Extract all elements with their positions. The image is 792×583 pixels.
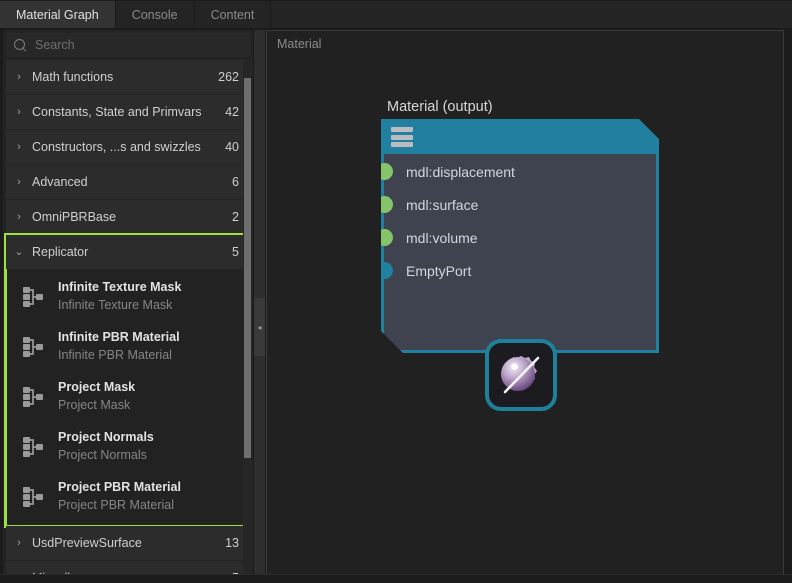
port-label: mdl:surface xyxy=(406,196,479,213)
category-label: OmniPBRBase xyxy=(32,210,117,224)
chevron-right-icon: › xyxy=(17,175,21,188)
tab-content[interactable]: Content xyxy=(194,1,272,28)
search-row[interactable] xyxy=(6,33,250,57)
port-dot-icon[interactable] xyxy=(381,229,393,246)
category-label: Advanced xyxy=(32,175,88,189)
port-dot-icon[interactable] xyxy=(381,196,393,213)
port-label: mdl:displacement xyxy=(406,163,515,180)
chevron-right-icon: › xyxy=(17,140,21,153)
node-port-mdl-displacement[interactable]: mdl:displacement xyxy=(381,156,656,187)
material-preview-icon xyxy=(501,356,540,394)
list-item-subtitle: Infinite PBR Material xyxy=(58,348,172,362)
tab-bar: Material Graph Console Content xyxy=(0,0,792,28)
graph-canvas[interactable]: Material Material (output) mdl:displacem… xyxy=(266,30,784,578)
list-item-subtitle: Project PBR Material xyxy=(58,498,175,512)
tab-material-graph[interactable]: Material Graph xyxy=(0,1,116,28)
chevron-left-icon: ◂ xyxy=(257,322,262,332)
node-port-emptyport[interactable]: EmptyPort xyxy=(381,255,656,286)
port-label: mdl:volume xyxy=(406,229,478,246)
list-item[interactable]: Infinite Texture Mask Infinite Texture M… xyxy=(6,272,250,322)
sidebar-scrollbar-thumb[interactable] xyxy=(244,78,251,458)
category-row-constants-state-and-primvars[interactable]: › Constants, State and Primvars 42 xyxy=(6,95,250,129)
node-title-label: Material (output) xyxy=(387,99,493,115)
chevron-down-icon: ⌄ xyxy=(14,245,24,258)
tab-console-label: Console xyxy=(131,7,178,22)
list-item-title: Infinite Texture Mask xyxy=(58,280,182,294)
port-label: EmptyPort xyxy=(406,262,472,279)
replicator-node-list: Infinite Texture Mask Infinite Texture M… xyxy=(6,270,250,526)
category-label: Constants, State and Primvars xyxy=(32,105,202,119)
category-label: Replicator xyxy=(32,245,89,259)
collapse-panel-button[interactable]: ◂ xyxy=(254,298,265,356)
category-label: Constructors, ...s and swizzles xyxy=(32,140,201,154)
tab-console[interactable]: Console xyxy=(115,1,195,28)
category-row-constructors-and-swizzles[interactable]: › Constructors, ...s and swizzles 40 xyxy=(6,130,250,164)
chevron-right-icon: › xyxy=(17,536,21,549)
node-graph-icon xyxy=(20,484,46,510)
chevron-right-icon: › xyxy=(17,70,21,83)
port-dot-icon[interactable] xyxy=(381,163,393,180)
tab-material-graph-label: Material Graph xyxy=(16,7,99,22)
category-row-advanced[interactable]: › Advanced 6 xyxy=(6,165,250,199)
list-item-title: Project PBR Material xyxy=(58,480,181,494)
list-item[interactable]: Project Mask Project Mask xyxy=(6,372,250,422)
list-item-subtitle: Project Mask xyxy=(58,398,131,412)
search-input[interactable] xyxy=(35,38,215,52)
main-split-area: › Math functions 262 › Constants, State … xyxy=(0,28,792,583)
node-port-mdl-surface[interactable]: mdl:surface xyxy=(381,189,656,220)
tab-bar-filler xyxy=(271,1,792,28)
category-row-replicator[interactable]: ⌄ Replicator 5 xyxy=(6,235,250,269)
list-item-title: Project Mask xyxy=(58,380,136,394)
category-label: UsdPreviewSurface xyxy=(32,536,142,550)
node-port-mdl-volume[interactable]: mdl:volume xyxy=(381,222,656,253)
category-row-usdpreviewsurface[interactable]: › UsdPreviewSurface 13 xyxy=(6,526,250,560)
list-item-title: Project Normals xyxy=(58,430,154,444)
list-item-title: Infinite PBR Material xyxy=(58,330,180,344)
chevron-right-icon: › xyxy=(17,105,21,118)
breadcrumb: Material xyxy=(277,37,322,51)
category-row-omnipbrbase[interactable]: › OmniPBRBase 2 xyxy=(6,200,250,234)
window-bottom-strip xyxy=(0,574,792,583)
node-library-panel: › Math functions 262 › Constants, State … xyxy=(3,30,253,578)
list-item-subtitle: Project Normals xyxy=(58,448,147,462)
sidebar-scrollbar[interactable] xyxy=(243,60,252,576)
chevron-right-icon: › xyxy=(17,210,21,223)
node-graph-icon xyxy=(20,384,46,410)
list-item-subtitle: Infinite Texture Mask xyxy=(58,298,173,312)
panel-splitter[interactable]: ◂ xyxy=(254,30,265,578)
node-graph-icon xyxy=(20,434,46,460)
category-group-replicator: ⌄ Replicator 5 Infinite Texture Mask Inf… xyxy=(4,233,252,528)
hamburger-icon[interactable] xyxy=(391,127,413,147)
tab-content-label: Content xyxy=(210,7,255,22)
list-item[interactable]: Project Normals Project Normals xyxy=(6,422,250,472)
node-graph-icon xyxy=(20,284,46,310)
node-header[interactable] xyxy=(381,119,659,154)
node-body: mdl:displacement mdl:surface mdl:volume … xyxy=(381,154,659,353)
node-graph-icon xyxy=(20,334,46,360)
material-graph-window: Material Graph Console Content › Math fu… xyxy=(0,0,792,583)
category-label: Math functions xyxy=(32,70,114,84)
material-preview-badge[interactable] xyxy=(485,339,557,411)
list-item[interactable]: Project PBR Material Project PBR Materia… xyxy=(6,472,250,522)
material-output-node[interactable]: mdl:displacement mdl:surface mdl:volume … xyxy=(381,119,659,411)
list-item[interactable]: Infinite PBR Material Infinite PBR Mater… xyxy=(6,322,250,372)
category-list: › Math functions 262 › Constants, State … xyxy=(4,60,252,578)
category-row-math-functions[interactable]: › Math functions 262 xyxy=(6,60,250,94)
search-icon xyxy=(14,38,27,52)
port-dot-icon[interactable] xyxy=(381,262,393,279)
